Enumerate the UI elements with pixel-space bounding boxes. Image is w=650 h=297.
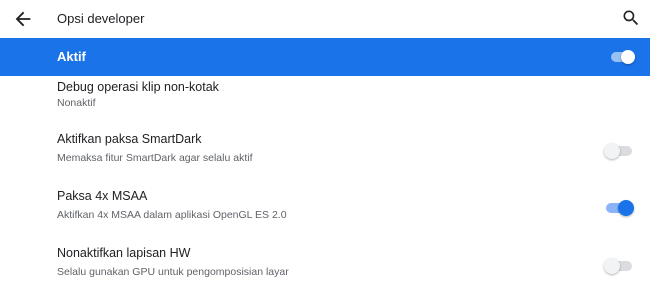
master-toggle-bar[interactable]: Aktif [0, 38, 650, 76]
switch-thumb [618, 200, 634, 216]
switch-thumb [604, 143, 620, 159]
msaa-toggle[interactable] [604, 199, 634, 217]
switch-thumb [621, 50, 635, 64]
master-toggle-label: Aktif [57, 49, 86, 64]
setting-summary: Memaksa fitur SmartDark agar selalu akti… [57, 152, 253, 164]
setting-summary: Nonaktif [57, 97, 96, 109]
setting-title: Nonaktifkan lapisan HW [57, 246, 191, 260]
hw-overlay-toggle[interactable] [604, 257, 634, 275]
switch-thumb [604, 258, 620, 274]
arrow-back-icon[interactable] [12, 8, 34, 30]
setting-title: Paksa 4x MSAA [57, 189, 148, 203]
setting-summary: Aktifkan 4x MSAA dalam aplikasi OpenGL E… [57, 209, 287, 221]
setting-row-msaa[interactable]: Paksa 4x MSAA Aktifkan 4x MSAA dalam apl… [0, 177, 650, 234]
smartdark-toggle[interactable] [604, 142, 634, 160]
setting-summary: Selalu gunakan GPU untuk pengomposisian … [57, 266, 289, 278]
setting-row-smartdark[interactable]: Aktifkan paksa SmartDark Memaksa fitur S… [0, 120, 650, 177]
search-icon[interactable] [621, 8, 641, 28]
page-title: Opsi developer [57, 11, 145, 26]
master-toggle-switch[interactable] [609, 48, 637, 66]
setting-title: Debug operasi klip non-kotak [57, 80, 219, 94]
setting-row-hw-overlay[interactable]: Nonaktifkan lapisan HW Selalu gunakan GP… [0, 234, 650, 291]
setting-title: Aktifkan paksa SmartDark [57, 132, 202, 146]
app-bar: Opsi developer [0, 0, 650, 38]
